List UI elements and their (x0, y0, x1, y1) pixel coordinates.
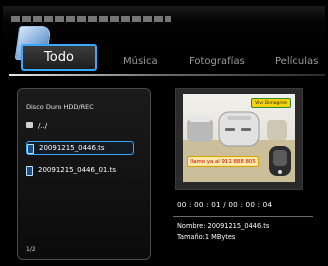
tab-label: Fotografías (189, 56, 245, 67)
list-item-label: 20091215_0446_01.ts (38, 166, 116, 174)
channel-logo-text: Vivi Dimagrire (255, 100, 287, 106)
file-icon (27, 144, 34, 154)
list-item-label: /../ (38, 122, 48, 130)
list-item-up[interactable]: /../ (26, 119, 134, 133)
list-item-file-1[interactable]: 20091215_0446.ts (26, 141, 134, 155)
up-folder-icon (26, 122, 33, 130)
list-item-label: 20091215_0446.ts (39, 144, 105, 152)
timecode: 00 : 00 : 01 / 00 : 00 : 04 (177, 200, 273, 209)
tab-musica[interactable]: Música (123, 56, 158, 67)
preview-panel: Vivi Dimagrire llamo ya al 911 888 805 0… (163, 88, 317, 260)
tab-label: Películas (275, 56, 319, 67)
file-list-panel: Disco Duro HDD/REC /../ 20091215_0446.ts… (17, 88, 151, 260)
path-label: Disco Duro HDD/REC (26, 103, 94, 111)
tab-label: Todo (44, 50, 74, 65)
top-decoration (11, 16, 171, 22)
tab-fotografias[interactable]: Fotografías (189, 56, 245, 67)
media-browser-window: Todo Música Fotografías Películas Disco … (3, 6, 325, 262)
file-name: Nombre: 20091215_0446.ts (177, 222, 270, 230)
tab-todo[interactable]: Todo (21, 44, 97, 71)
video-preview: Vivi Dimagrire llamo ya al 911 888 805 (183, 94, 295, 182)
promo-phone-text: llamo ya al 911 888 805 (190, 158, 256, 165)
list-item-file-2[interactable]: 20091215_0446_01.ts (26, 163, 134, 177)
tab-label: Música (123, 56, 158, 67)
channel-logo: Vivi Dimagrire (251, 98, 291, 108)
page-indicator: 1/2 (26, 246, 36, 253)
file-size: Tamaño:1 MBytes (177, 233, 236, 241)
promo-phone-banner: llamo ya al 911 888 805 (187, 156, 259, 167)
divider (173, 216, 313, 217)
tab-peliculas[interactable]: Películas (275, 56, 318, 67)
tab-underline (9, 74, 325, 76)
file-icon (26, 166, 33, 176)
